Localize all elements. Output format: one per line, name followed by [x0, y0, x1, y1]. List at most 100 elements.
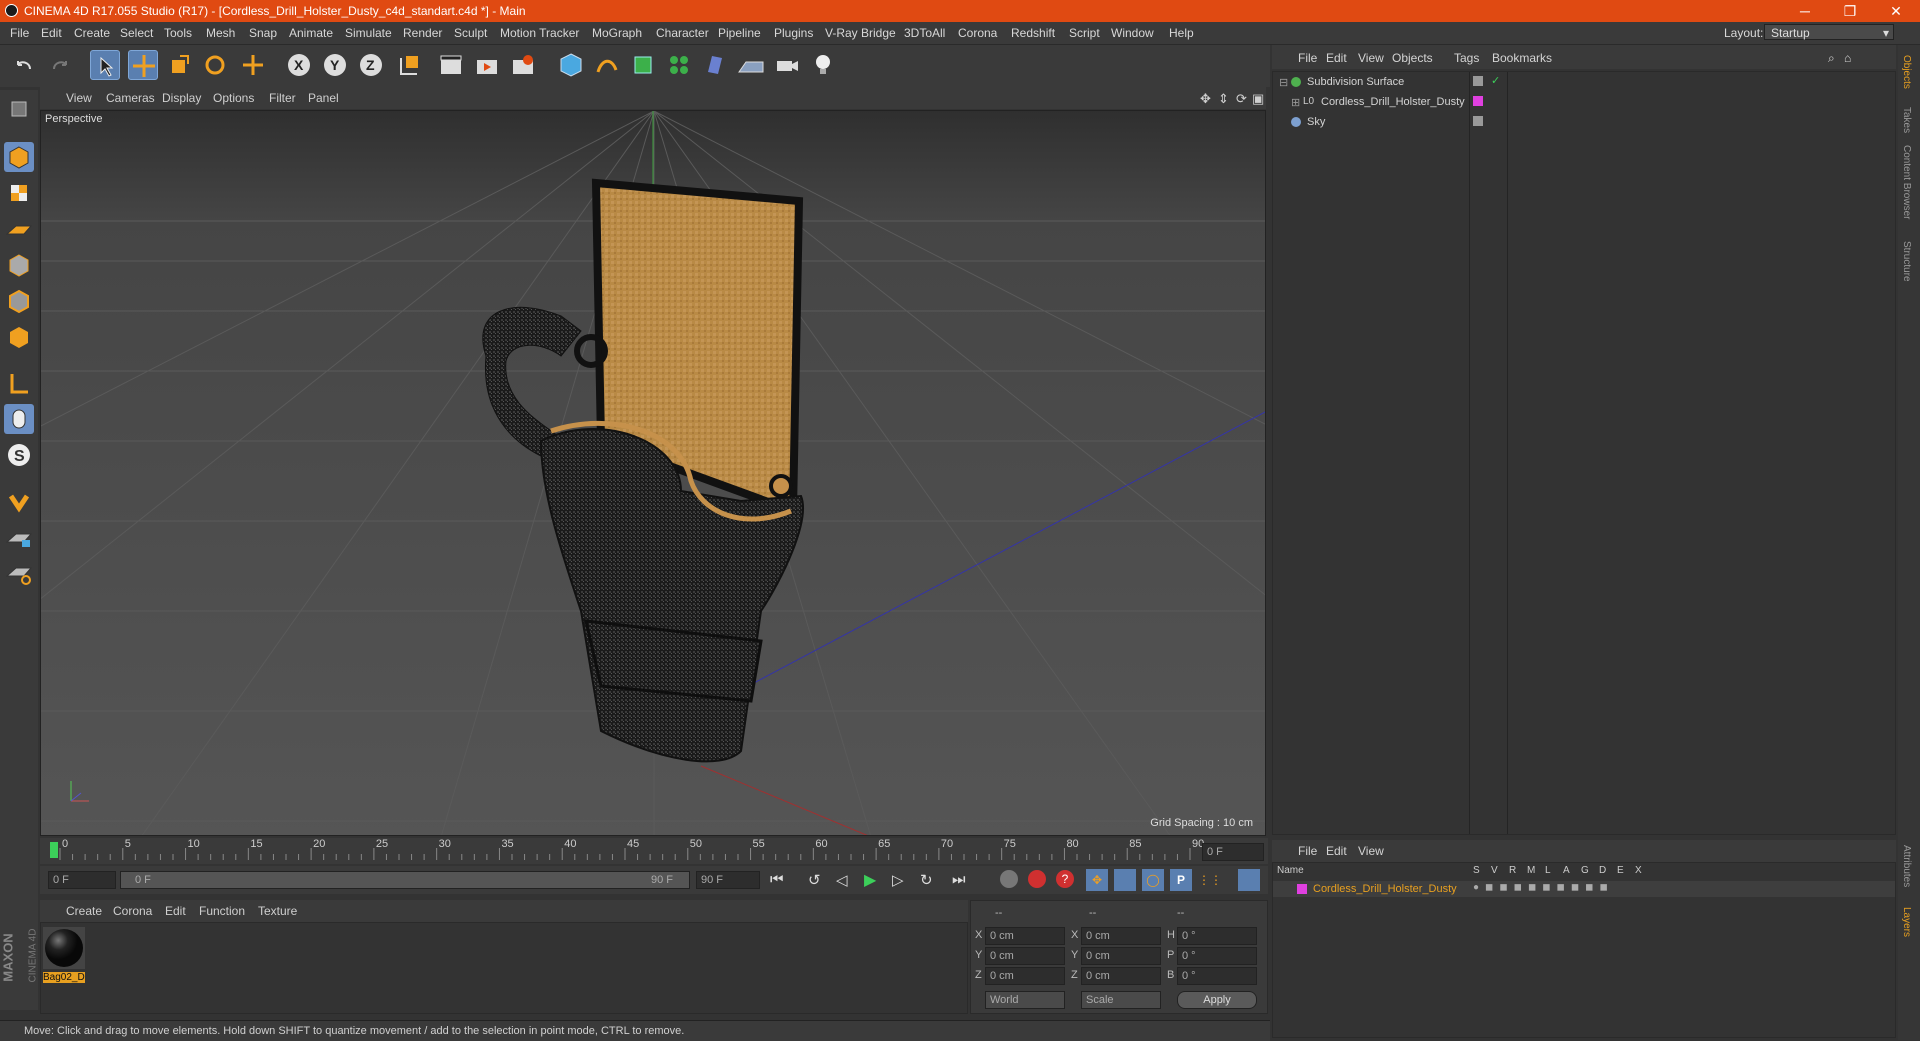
add-mograph-button[interactable]	[664, 50, 694, 80]
model-mode-button[interactable]	[4, 142, 34, 172]
playhead[interactable]	[50, 842, 58, 858]
check-icon[interactable]: ✓	[1491, 74, 1500, 87]
perspective-viewport[interactable]: Perspective Grid Spacing : 10 cm	[40, 110, 1266, 836]
previous-key-icon[interactable]: ↺	[808, 871, 821, 889]
record-icon[interactable]	[1028, 870, 1046, 888]
layer-color-swatch[interactable]	[1473, 96, 1483, 106]
home-icon[interactable]: ⌂	[1844, 51, 1851, 65]
size-x-field[interactable]: 0 cm	[1081, 927, 1161, 945]
end-frame-field[interactable]: 90 F	[696, 871, 760, 889]
layer-menu-edit[interactable]: Edit	[1326, 844, 1347, 858]
object-menu-bookmarks[interactable]: Bookmarks	[1492, 51, 1552, 65]
frame-range-slider[interactable]: 0 F 90 F	[120, 871, 690, 889]
timeline-window-icon[interactable]	[1238, 869, 1260, 891]
live-selection-tool[interactable]	[90, 50, 120, 80]
tab-content-browser[interactable]: Content Browser	[1901, 145, 1912, 219]
rotation-h-field[interactable]: 0 °	[1177, 927, 1257, 945]
material-menu-function[interactable]: Function	[199, 904, 245, 918]
material-item[interactable]: Bag02_D	[43, 927, 87, 985]
minimize-button[interactable]: ─	[1785, 1, 1825, 21]
viewport-menu-panel[interactable]: Panel	[308, 91, 339, 105]
apply-button[interactable]: Apply	[1177, 991, 1257, 1009]
tab-structure[interactable]: Structure	[1901, 241, 1912, 282]
add-light-button[interactable]	[808, 50, 838, 80]
tab-takes[interactable]: Takes	[1901, 107, 1912, 133]
viewport-rotate-icon[interactable]: ⟳	[1236, 91, 1247, 107]
object-menu-edit[interactable]: Edit	[1326, 51, 1347, 65]
object-row-subdivision[interactable]: ⊟ Subdivision Surface ✓	[1273, 74, 1895, 93]
object-menu-tags[interactable]: Tags	[1454, 51, 1479, 65]
visibility-toggle[interactable]	[1473, 116, 1483, 126]
rotate-tool[interactable]	[200, 50, 230, 80]
x-axis-lock[interactable]: X	[284, 50, 314, 80]
object-menu-view[interactable]: View	[1358, 51, 1384, 65]
undo-button[interactable]	[10, 50, 40, 80]
step-forward-icon[interactable]: ▷	[892, 871, 904, 889]
locked-workplane-button[interactable]	[4, 522, 34, 552]
menu-3dtoall[interactable]: 3DToAll	[904, 26, 945, 40]
close-button[interactable]: ✕	[1876, 1, 1916, 21]
tab-objects[interactable]: Objects	[1901, 55, 1912, 89]
step-back-icon[interactable]: ◁	[836, 871, 848, 889]
tab-attributes[interactable]: Attributes	[1901, 845, 1912, 887]
render-settings-button[interactable]	[508, 50, 538, 80]
collapse-icon[interactable]: ⊟	[1279, 76, 1288, 89]
magnet-button[interactable]	[4, 486, 34, 516]
object-menu-file[interactable]: File	[1298, 51, 1317, 65]
menu-tools[interactable]: Tools	[164, 26, 192, 40]
menu-sculpt[interactable]: Sculpt	[454, 26, 487, 40]
size-z-field[interactable]: 0 cm	[1081, 967, 1161, 985]
menu-animate[interactable]: Animate	[289, 26, 333, 40]
expand-icon[interactable]: ⊞	[1291, 96, 1300, 109]
workplane-mode-button[interactable]	[4, 214, 34, 244]
coordinate-space-select[interactable]: World	[985, 991, 1065, 1009]
rotation-p-field[interactable]: 0 °	[1177, 947, 1257, 965]
go-to-end-icon[interactable]: ⏭	[952, 871, 966, 888]
layer-row[interactable]: Cordless_Drill_Holster_Dusty ●◼◼◼◼◼◼◼◼◼	[1273, 881, 1895, 897]
size-y-field[interactable]: 0 cm	[1081, 947, 1161, 965]
record-off-icon[interactable]	[1000, 870, 1018, 888]
next-key-icon[interactable]: ↻	[920, 871, 933, 889]
add-deformer-button[interactable]	[700, 50, 730, 80]
snapping-button[interactable]: S	[4, 440, 34, 470]
viewport-menu-cameras[interactable]: Cameras	[106, 91, 155, 105]
material-menu-create[interactable]: Create	[66, 904, 102, 918]
viewport-menu-display[interactable]: Display	[162, 91, 201, 105]
material-menu-edit[interactable]: Edit	[165, 904, 186, 918]
menu-plugins[interactable]: Plugins	[774, 26, 813, 40]
menu-vray-bridge[interactable]: V-Ray Bridge	[825, 26, 896, 40]
tweak-mode-button[interactable]	[4, 404, 34, 434]
move-tool[interactable]	[128, 50, 158, 80]
add-nurbs-button[interactable]	[628, 50, 658, 80]
menu-file[interactable]: File	[10, 26, 29, 40]
redo-button[interactable]	[44, 50, 74, 80]
menu-snap[interactable]: Snap	[249, 26, 277, 40]
points-mode-button[interactable]	[4, 250, 34, 280]
rotation-b-field[interactable]: 0 °	[1177, 967, 1257, 985]
menu-motion-tracker[interactable]: Motion Tracker	[500, 26, 579, 40]
menu-redshift[interactable]: Redshift	[1011, 26, 1055, 40]
menu-select[interactable]: Select	[120, 26, 153, 40]
axis-mode-button[interactable]	[4, 368, 34, 398]
y-axis-lock[interactable]: Y	[320, 50, 350, 80]
start-frame-field[interactable]: 0 F	[48, 871, 116, 889]
current-frame-field[interactable]: 0 F	[1202, 843, 1264, 861]
material-menu-texture[interactable]: Texture	[258, 904, 297, 918]
viewport-move-icon[interactable]: ✥	[1200, 91, 1211, 107]
play-icon[interactable]: ▶	[864, 870, 876, 890]
object-menu-objects[interactable]: Objects	[1392, 51, 1433, 65]
tab-layers[interactable]: Layers	[1901, 907, 1912, 937]
texture-mode-button[interactable]	[4, 178, 34, 208]
menu-render[interactable]: Render	[403, 26, 442, 40]
menu-edit[interactable]: Edit	[41, 26, 62, 40]
layer-color-swatch[interactable]	[1297, 884, 1307, 894]
menu-simulate[interactable]: Simulate	[345, 26, 392, 40]
menu-mograph[interactable]: MoGraph	[592, 26, 642, 40]
timeline-ruler[interactable]: 0 5 10 15 20 25 30 35 40 45 50 55 60 65 70 75 80 85 90 0 F	[40, 838, 1268, 864]
key-move-icon[interactable]: ✥	[1086, 869, 1108, 891]
position-y-field[interactable]: 0 cm	[985, 947, 1065, 965]
menu-window[interactable]: Window	[1111, 26, 1154, 40]
viewport-menu-filter[interactable]: Filter	[269, 91, 296, 105]
autokey-icon[interactable]: ?	[1056, 870, 1074, 888]
search-icon[interactable]: ⌕	[1828, 51, 1835, 66]
